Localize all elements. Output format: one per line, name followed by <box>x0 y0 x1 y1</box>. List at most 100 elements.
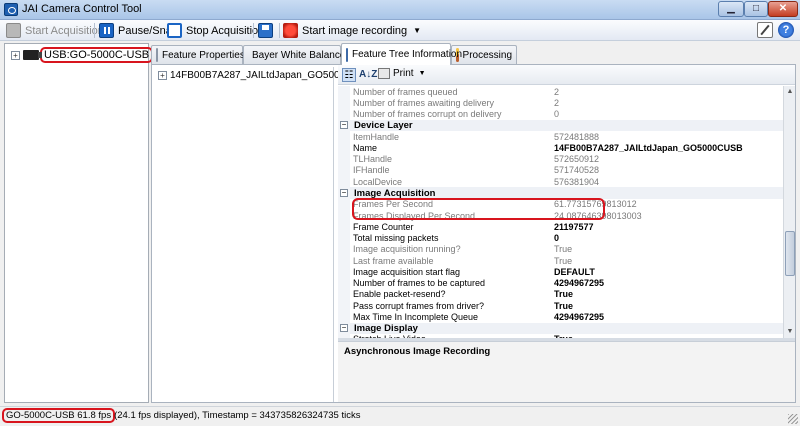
title-bar: JAI Camera Control Tool ▁ □ ✕ <box>0 0 800 20</box>
property-row[interactable]: Last frame available True <box>338 254 783 267</box>
property-value[interactable]: 572481888 <box>553 132 599 142</box>
property-value[interactable]: 14FB00B7A287_JAILtdJapan_GO5000CUSB <box>553 143 743 153</box>
close-button[interactable]: ✕ <box>768 1 798 17</box>
property-row[interactable]: Name 14FB00B7A287_JAILtdJapan_GO5000CUSB <box>338 142 783 154</box>
save-button[interactable] <box>258 22 277 39</box>
property-value[interactable]: 2 <box>553 98 559 108</box>
property-value[interactable]: 0 <box>553 233 559 243</box>
property-row[interactable]: Frames Per Second 61.77315769813012 <box>338 198 783 210</box>
property-row[interactable]: Max Time In Incomplete Queue 4294967295 <box>338 311 783 323</box>
row-gutter <box>338 254 350 267</box>
stop-acquisition-button[interactable]: Stop Acquisition <box>167 22 264 39</box>
tab-content: + 14FB00B7A287_JAILtdJapan_GO5000CUSB ☷ … <box>151 64 796 403</box>
tab-feature-tree-information[interactable]: Feature Tree Information <box>341 43 462 65</box>
property-row[interactable]: Frames Displayed Per Second 24.0876463980… <box>338 209 783 222</box>
property-value[interactable]: 576381904 <box>553 177 599 187</box>
property-value[interactable]: 24.087646398013003 <box>553 211 642 221</box>
row-gutter <box>338 198 350 210</box>
resize-grip-icon[interactable] <box>788 414 798 424</box>
property-name: Total missing packets <box>353 233 439 244</box>
property-value[interactable]: DEFAULT <box>553 267 595 277</box>
property-grid: ☷ A↓Z Print ▼ Number of frames queued 2 Nu… <box>338 65 795 402</box>
status-details: (24.1 fps displayed), Timestamp = 343735… <box>114 410 361 421</box>
property-name: Last frame available <box>353 255 434 266</box>
maximize-button[interactable]: □ <box>744 1 768 17</box>
camera-device-label[interactable]: USB:GO-5000C-USB <box>39 47 154 63</box>
camera-device-icon <box>23 50 42 60</box>
dropdown-arrow-icon: ▼ <box>418 70 426 77</box>
property-grid-toolbar: ☷ A↓Z Print ▼ <box>338 65 795 85</box>
tools-icon[interactable] <box>757 22 773 38</box>
start-recording-button[interactable]: Start image recording ▼ <box>283 22 421 39</box>
property-row[interactable]: Number of frames to be captured 429496729… <box>338 277 783 289</box>
print-button[interactable]: Print ▼ <box>378 68 426 79</box>
property-name: Frames Per Second <box>353 199 434 210</box>
minimize-button[interactable]: ▁ <box>718 1 744 17</box>
property-value[interactable]: 4294967295 <box>553 312 604 322</box>
property-row[interactable]: Enable packet-resend? True <box>338 288 783 301</box>
stop-icon <box>167 23 182 38</box>
toolbar-separator <box>253 23 254 38</box>
property-row[interactable]: Number of frames queued 2 <box>338 86 783 98</box>
camera-icon <box>6 23 21 38</box>
property-value[interactable]: 61.77315769813012 <box>553 199 637 209</box>
row-gutter <box>338 266 350 278</box>
property-row[interactable]: Number of frames corrupt on delivery 0 <box>338 108 783 120</box>
scroll-up-icon[interactable]: ▲ <box>785 87 795 97</box>
property-name: Number of frames awaiting delivery <box>353 97 495 108</box>
row-gutter <box>338 153 350 165</box>
property-value[interactable]: 571740528 <box>553 165 599 175</box>
property-row[interactable]: ItemHandle 572481888 <box>338 131 783 143</box>
property-name: Max Time In Incomplete Queue <box>353 311 479 322</box>
property-value[interactable]: 4294967295 <box>553 278 604 288</box>
sort-alphabetical-icon[interactable]: A↓Z <box>359 68 377 82</box>
property-name: IFHandle <box>353 165 390 176</box>
property-row[interactable]: Number of frames awaiting delivery 2 <box>338 97 783 109</box>
start-acquisition-button[interactable]: Start Acquisition <box>6 22 104 39</box>
camera-tree-item[interactable]: + USB:GO-5000C-USB <box>11 47 154 63</box>
property-row[interactable]: Pass corrupt frames from driver? True <box>338 300 783 312</box>
scroll-thumb[interactable] <box>785 231 795 276</box>
app-camera-icon <box>4 3 18 16</box>
property-value[interactable]: True <box>553 301 573 311</box>
property-row[interactable]: LocalDevice 576381904 <box>338 176 783 188</box>
row-gutter <box>338 142 350 154</box>
dropdown-arrow-icon[interactable]: ▼ <box>413 26 421 35</box>
collapse-icon[interactable]: − <box>340 324 348 333</box>
tab-label: Feature Tree Information <box>352 49 463 60</box>
property-name: Number of frames corrupt on delivery <box>353 109 502 120</box>
category-row[interactable]: − Image Acquisition <box>338 187 783 199</box>
property-row[interactable]: TLHandle 572650912 <box>338 153 783 165</box>
start-acquisition-label: Start Acquisition <box>25 24 104 37</box>
property-name: Image acquisition running? <box>353 244 461 255</box>
categorized-view-icon[interactable]: ☷ <box>342 68 356 82</box>
property-value[interactable]: True <box>553 244 572 254</box>
property-value[interactable]: True <box>553 289 573 299</box>
collapse-icon[interactable]: − <box>340 121 348 130</box>
expand-icon[interactable]: + <box>11 50 20 60</box>
property-row[interactable]: Image acquisition running? True <box>338 243 783 255</box>
property-value[interactable]: 2 <box>553 87 559 97</box>
tab-bayer-white-balance[interactable]: Bayer White Balance <box>243 45 345 64</box>
property-row[interactable]: Frame Counter 21197577 <box>338 221 783 233</box>
window-title: JAI Camera Control Tool <box>22 3 142 15</box>
collapse-icon[interactable]: − <box>340 189 348 198</box>
row-gutter <box>338 131 350 143</box>
row-gutter <box>338 288 350 301</box>
vertical-scrollbar[interactable]: ▲ ▼ <box>783 86 795 338</box>
category-row[interactable]: − Image Display <box>338 322 783 334</box>
help-icon[interactable]: ? <box>778 22 794 38</box>
expand-icon[interactable]: + <box>158 71 167 80</box>
category-row[interactable]: − Device Layer <box>338 119 783 132</box>
property-row[interactable]: Image acquisition start flag DEFAULT <box>338 266 783 278</box>
property-value[interactable]: 21197577 <box>553 222 594 232</box>
property-row[interactable]: IFHandle 571740528 <box>338 164 783 177</box>
property-value[interactable]: True <box>553 256 572 266</box>
tab-feature-properties[interactable]: Feature Properties <box>151 45 245 64</box>
row-gutter <box>338 209 350 222</box>
status-device-fps: GO-5000C-USB 61.8 fps <box>1 408 116 423</box>
property-value[interactable]: 0 <box>553 109 559 119</box>
property-row[interactable]: Total missing packets 0 <box>338 232 783 244</box>
property-value[interactable]: 572650912 <box>553 154 599 164</box>
scroll-down-icon[interactable]: ▼ <box>785 327 795 337</box>
